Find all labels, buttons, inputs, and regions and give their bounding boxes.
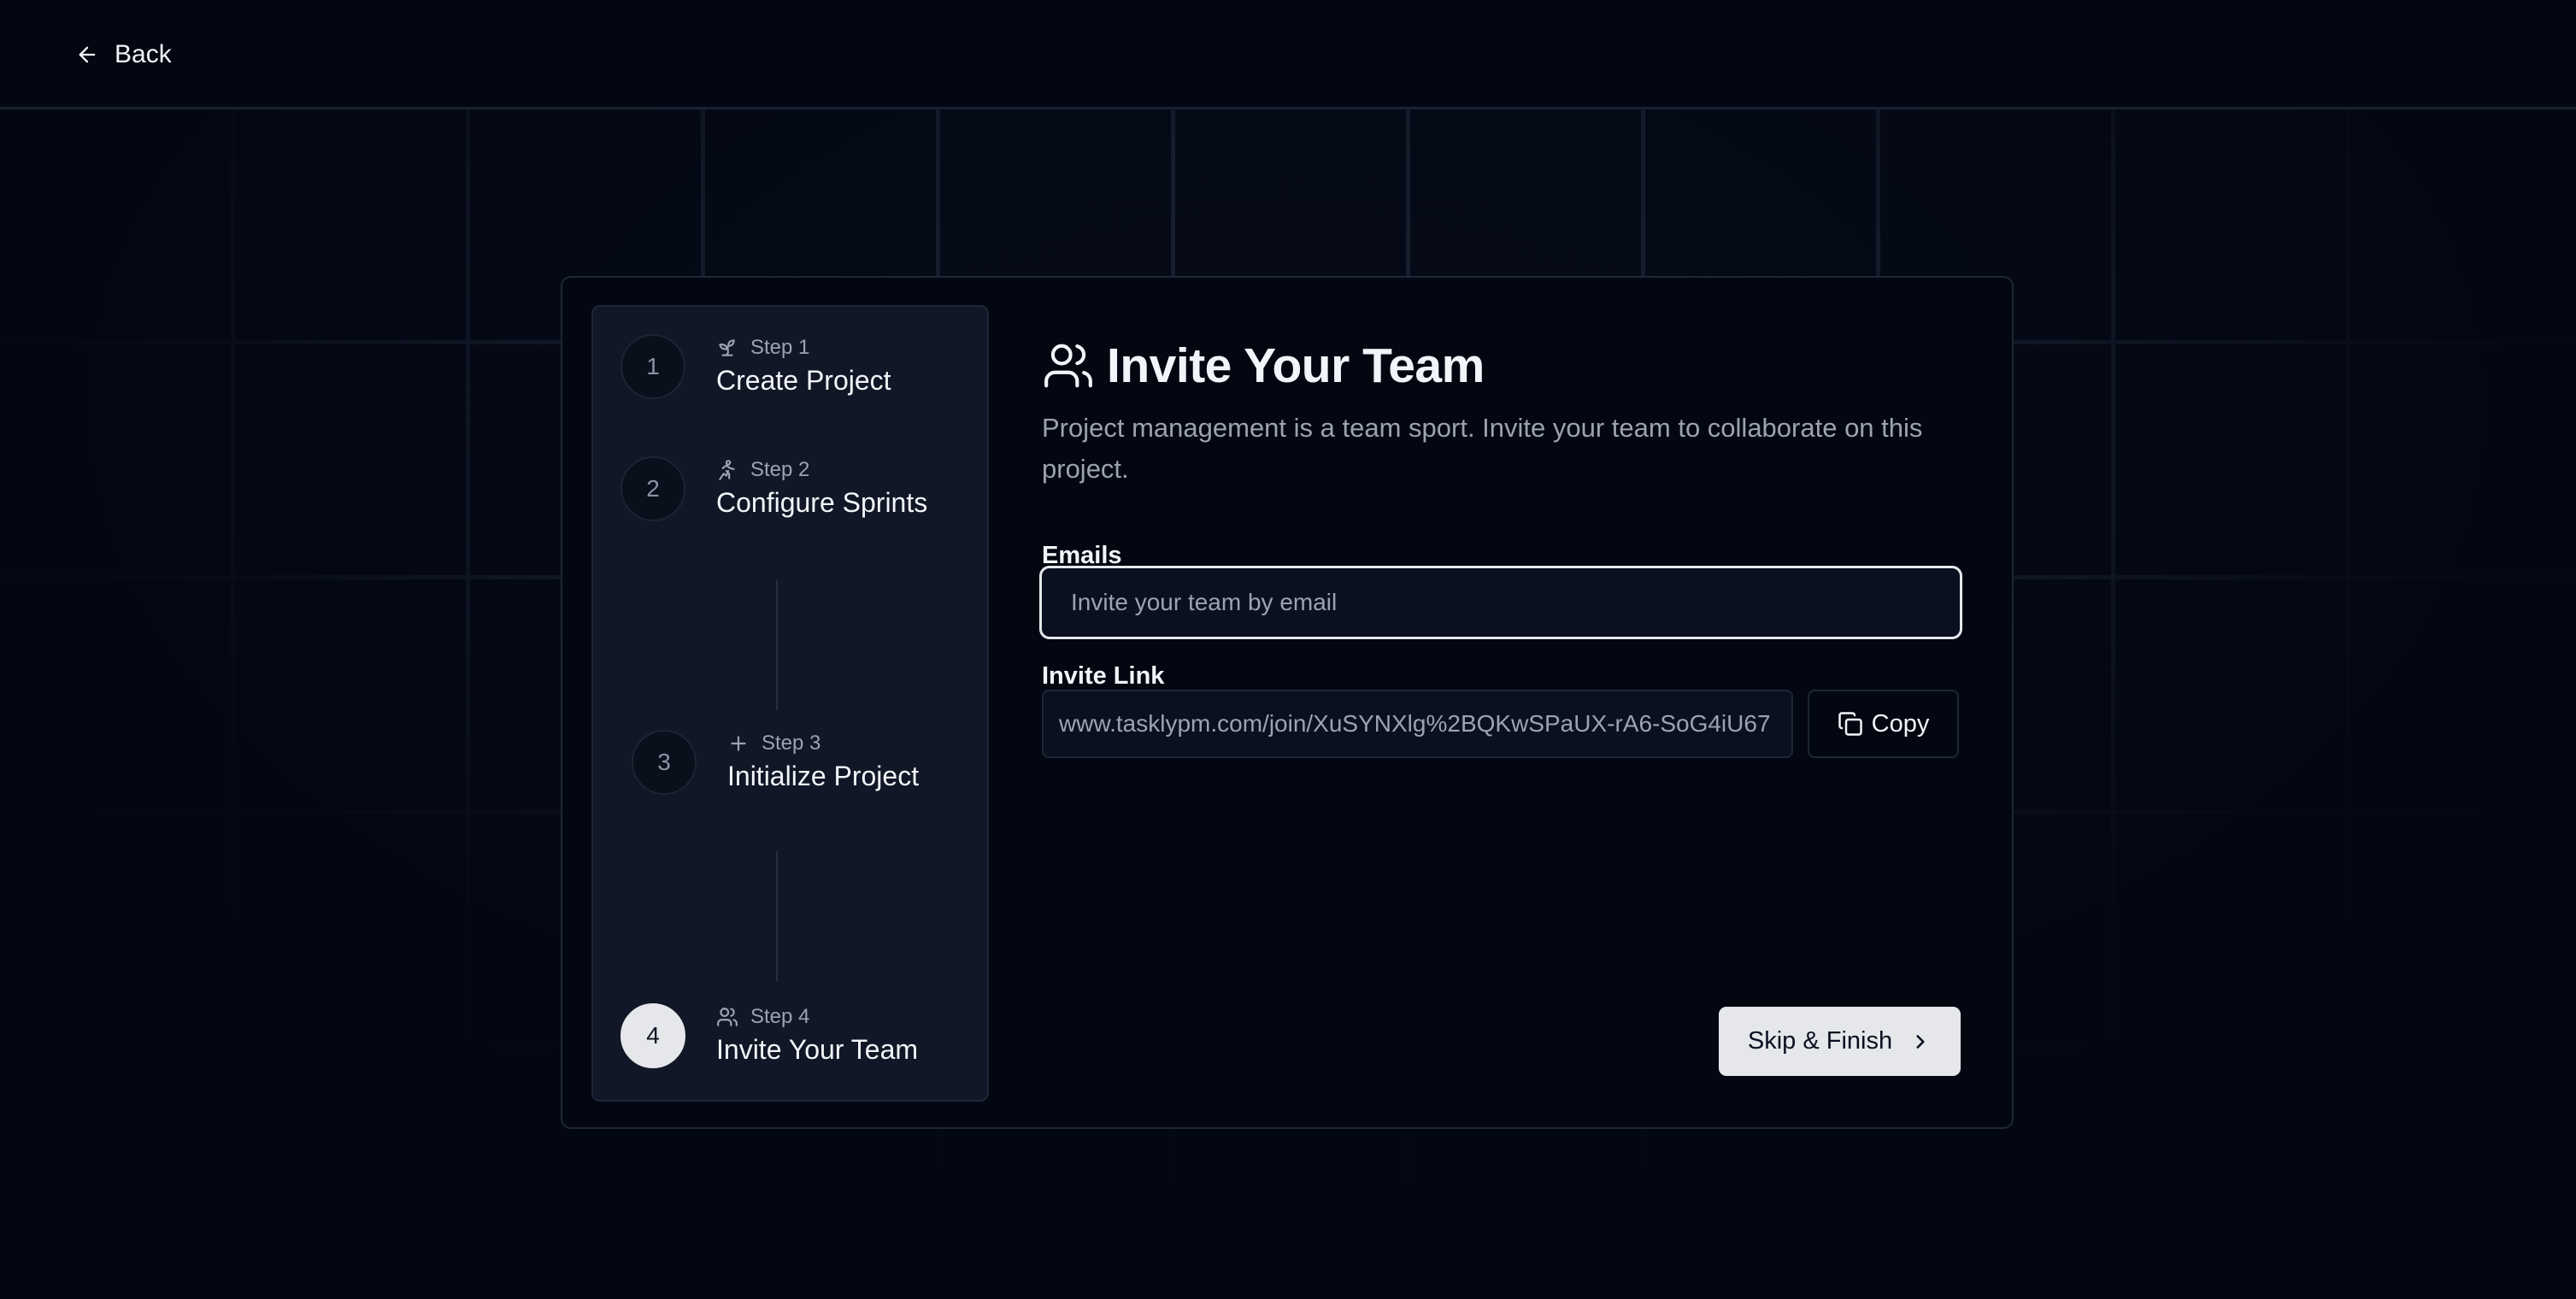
invite-link-label: Invite Link (1042, 662, 1165, 690)
chevron-right-icon (1916, 1034, 1925, 1049)
top-bar: Back (0, 0, 2576, 109)
step-2[interactable]: 2 Step 2 Configure Sprints (593, 431, 991, 550)
step-connector-line (776, 851, 778, 981)
page-title-text: Invite Your Team (1107, 338, 1485, 393)
copy-label: Copy (1871, 709, 1930, 738)
emails-input[interactable] (1039, 566, 1962, 639)
step-1-title: Create Project (716, 365, 891, 396)
step-4[interactable]: 4 Step 4 Invite Your Team (593, 978, 991, 1097)
step-2-title: Configure Sprints (716, 487, 928, 518)
invite-link-field[interactable]: www.tasklypm.com/join/XuSYNXlg%2BQKwSPaU… (1042, 690, 1793, 758)
step-3-number: 3 (632, 730, 697, 795)
step-2-label: Step 2 (750, 458, 810, 481)
step-1[interactable]: 1 Step 1 Create Project (593, 307, 991, 426)
users-icon (1044, 344, 1092, 388)
skip-finish-button[interactable]: Skip & Finish (1719, 1007, 1961, 1076)
page-description: Project management is a team sport. Invi… (1042, 413, 1923, 484)
running-person-icon (719, 460, 735, 480)
step-4-number: 4 (620, 1003, 685, 1068)
invite-link-value: www.tasklypm.com/join/XuSYNXlg%2BQKwSPaU… (1059, 710, 1771, 737)
steps-sidebar: 1 Step 1 Create Project 2 Step 2 Configu… (591, 305, 989, 1102)
users-icon (717, 1008, 738, 1026)
skip-finish-label: Skip & Finish (1747, 1027, 1893, 1055)
copy-icon (1838, 712, 1862, 736)
back-label: Back (115, 40, 172, 68)
step-3-label: Step 3 (762, 732, 821, 755)
step-3-title: Initialize Project (727, 761, 920, 791)
step-3[interactable]: 3 Step 3 Initialize Project (593, 704, 991, 824)
page-title: Invite Your Team (1042, 338, 1485, 394)
copy-button[interactable]: Copy (1808, 690, 1959, 758)
onboarding-card: 1 Step 1 Create Project 2 Step 2 Configu… (561, 276, 2014, 1129)
step-1-number: 1 (620, 334, 685, 399)
step-4-title: Invite Your Team (716, 1034, 919, 1065)
step-1-label: Step 1 (750, 336, 810, 359)
step-connector-line (776, 580, 778, 710)
plus-icon (731, 736, 746, 751)
sprout-icon (719, 339, 735, 356)
back-button[interactable]: Back (75, 38, 172, 72)
arrow-left-icon (79, 46, 96, 63)
step-4-label: Step 4 (750, 1005, 810, 1028)
step-2-number: 2 (620, 456, 685, 521)
